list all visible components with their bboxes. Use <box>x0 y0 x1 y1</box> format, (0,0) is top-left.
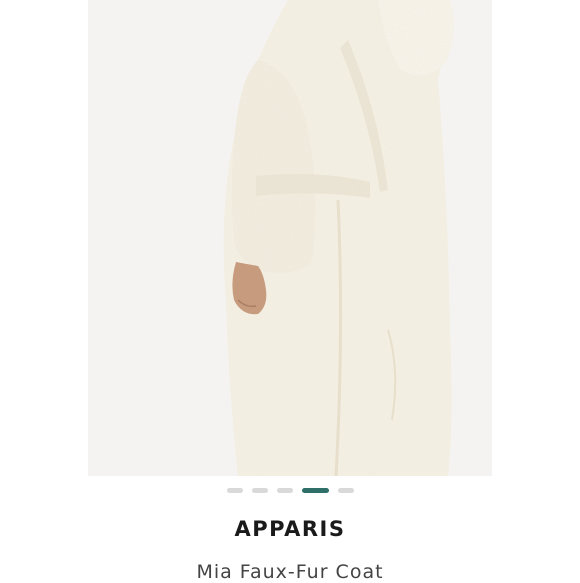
carousel-dot-3[interactable] <box>276 488 293 493</box>
faux-fur-coat-photo <box>223 0 455 476</box>
carousel-dots <box>0 488 580 493</box>
carousel-dot-2[interactable] <box>251 488 268 493</box>
carousel-dot-5[interactable] <box>337 488 354 493</box>
product-image[interactable] <box>88 0 492 476</box>
carousel-dot-1[interactable] <box>226 488 243 493</box>
carousel-dot-4-active[interactable] <box>301 488 329 493</box>
brand-name[interactable]: APPARIS <box>0 517 580 541</box>
